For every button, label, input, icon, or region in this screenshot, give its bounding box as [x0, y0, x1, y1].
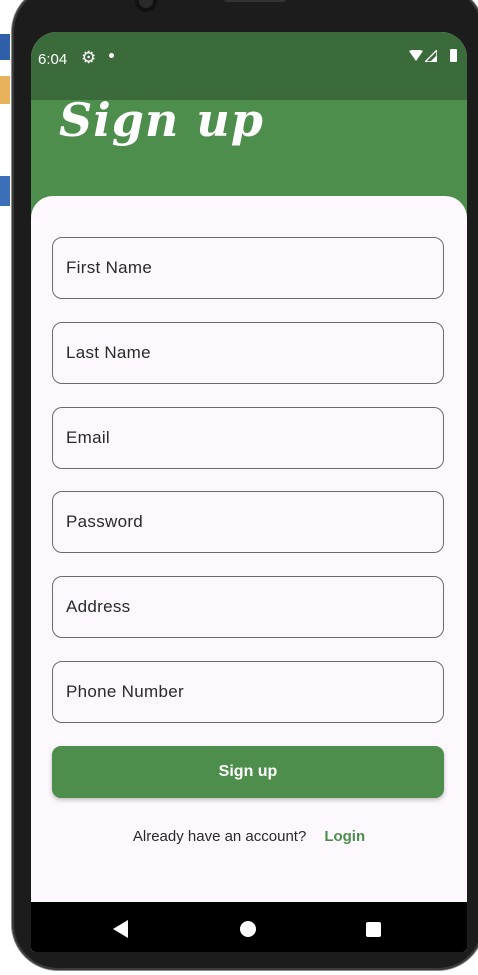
email-field[interactable]: [52, 407, 444, 469]
background-window-fragment: [0, 76, 10, 104]
last-name-field[interactable]: [52, 322, 444, 384]
login-link[interactable]: Login: [324, 828, 365, 845]
wifi-icon: [409, 50, 423, 61]
sign-up-button[interactable]: Sign up: [52, 746, 444, 798]
signal-icon: [425, 50, 437, 62]
phone-number-field[interactable]: [52, 661, 444, 723]
status-bar: 6:04 ⚙: [31, 32, 467, 100]
back-icon[interactable]: [113, 920, 128, 938]
first-name-field[interactable]: [52, 237, 444, 299]
speaker-grille: [224, 0, 286, 2]
already-have-account-text: Already have an account?: [132, 828, 307, 845]
password-field[interactable]: [52, 491, 444, 553]
background-window-fragment: [0, 176, 10, 206]
home-icon[interactable]: [240, 921, 256, 937]
battery-icon: [450, 49, 457, 62]
phone-screen: 6:04 ⚙ Sign up Sign up Already have an a…: [31, 32, 467, 952]
camera-icon: [135, 0, 157, 12]
gear-icon: ⚙: [81, 48, 97, 67]
page-title: Sign up: [59, 93, 264, 147]
address-field[interactable]: [52, 576, 444, 638]
notification-dot-icon: [109, 53, 114, 58]
login-prompt: Already have an account? Login: [31, 828, 467, 845]
recent-apps-icon[interactable]: [366, 922, 381, 937]
status-time: 6:04: [38, 51, 68, 68]
navigation-bar: [31, 902, 467, 952]
background-window-fragment: [0, 34, 10, 60]
